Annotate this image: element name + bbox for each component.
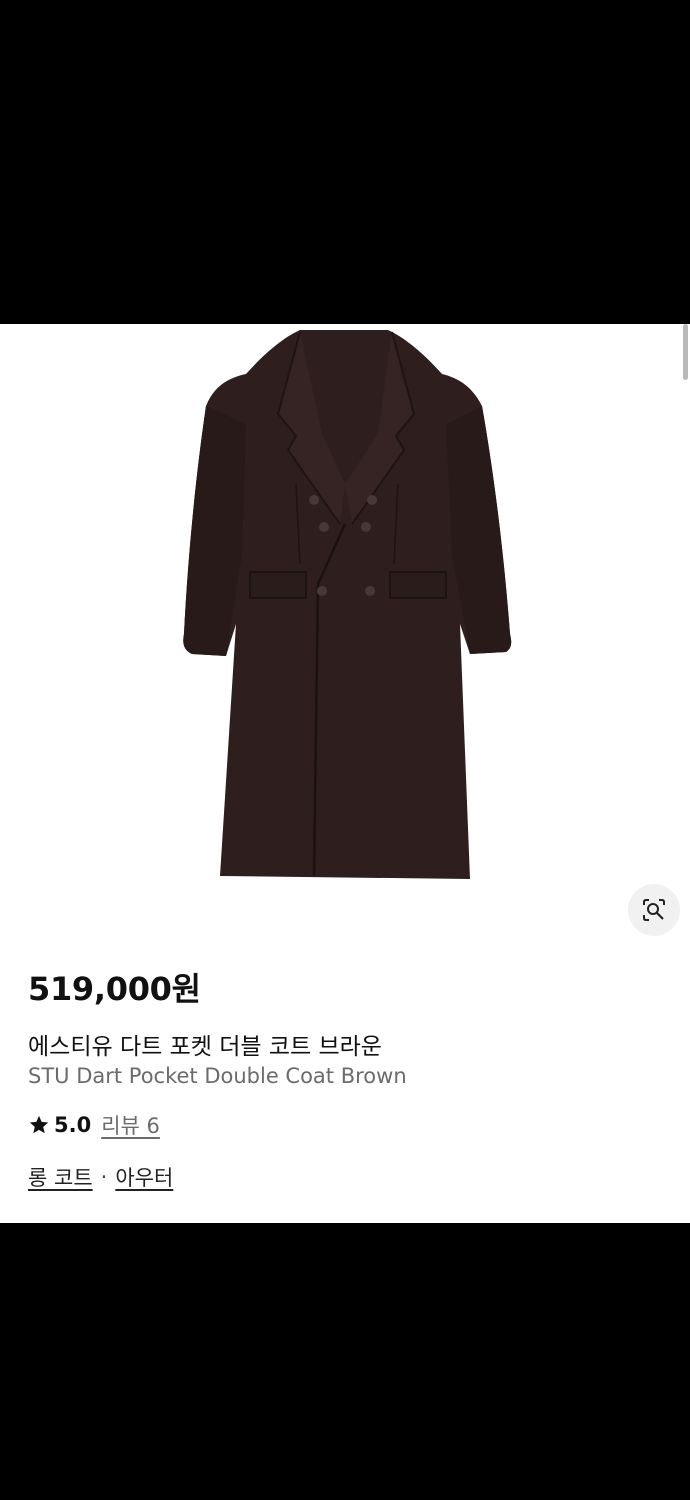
- rating-value: 5.0: [54, 1113, 92, 1137]
- rating-row: 5.0 리뷰 6: [28, 1110, 160, 1140]
- star-icon: [29, 1115, 49, 1134]
- product-name-english: STU Dart Pocket Double Coat Brown: [28, 1064, 407, 1088]
- bottom-black-area: [0, 1223, 690, 1500]
- category-link-outer[interactable]: 아우터: [115, 1162, 173, 1192]
- category-separator: ·: [100, 1165, 108, 1189]
- lens-search-button[interactable]: [628, 884, 680, 936]
- top-black-area: [0, 0, 690, 324]
- category-link-long-coat[interactable]: 롱 코트: [28, 1162, 93, 1192]
- product-price: 519,000원: [28, 970, 201, 1008]
- reviews-link[interactable]: 리뷰 6: [101, 1110, 160, 1140]
- lens-search-icon: [643, 899, 665, 921]
- product-detail-panel: 519,000원 에스티유 다트 포켓 더블 코트 브라운 STU Dart P…: [0, 324, 690, 1223]
- category-breadcrumb: 롱 코트 · 아우터: [28, 1162, 173, 1192]
- product-name-korean: 에스티유 다트 포켓 더블 코트 브라운: [28, 1034, 382, 1060]
- product-image[interactable]: [0, 324, 690, 924]
